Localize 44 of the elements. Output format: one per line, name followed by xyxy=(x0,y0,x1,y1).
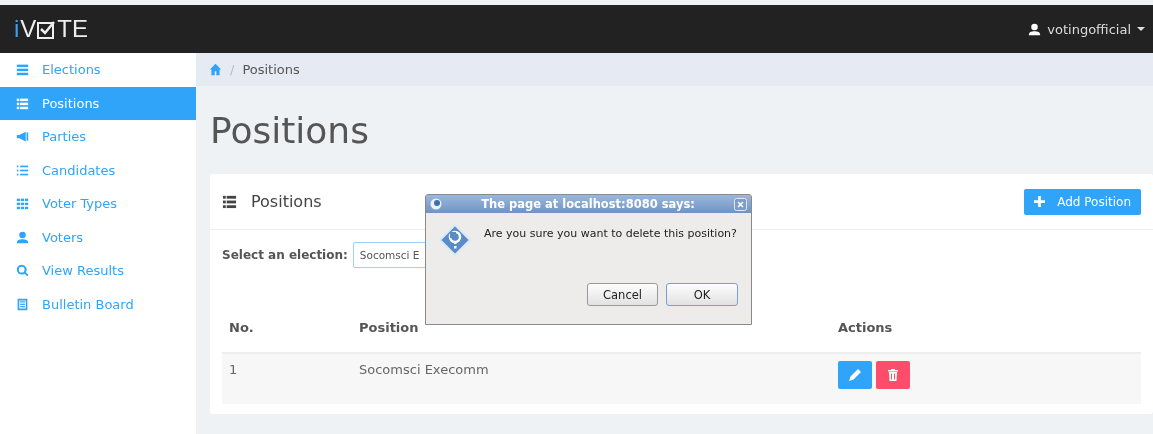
megaphone-icon xyxy=(16,130,29,144)
cancel-button[interactable]: Cancel xyxy=(587,283,658,306)
sidebar-item[interactable]: Elections xyxy=(0,53,196,87)
dialog-title: The page at localhost:8080 says: xyxy=(480,197,696,211)
card-title: Positions xyxy=(251,192,322,211)
ok-button[interactable]: OK xyxy=(666,283,738,306)
logo-text: TE xyxy=(57,15,89,43)
sidebar-item[interactable]: View Results xyxy=(0,254,196,288)
dialog-message: Are you sure you want to delete this position? xyxy=(484,226,737,242)
breadcrumb-separator: / xyxy=(230,62,235,77)
list-icon xyxy=(16,163,29,177)
field-label: Select an election: xyxy=(222,248,348,262)
breadcrumb-item: Positions xyxy=(242,62,300,77)
table-icon xyxy=(222,194,237,209)
sidebar-item[interactable]: Voter Types xyxy=(0,187,196,221)
logo-text: V xyxy=(20,15,37,43)
add-position-button[interactable]: Add Position xyxy=(1024,188,1141,215)
delete-button[interactable] xyxy=(876,361,910,389)
user-icon xyxy=(16,230,29,244)
search-icon xyxy=(16,264,29,278)
page-title: Positions xyxy=(209,109,370,153)
table-icon xyxy=(16,96,29,110)
column-header: Actions xyxy=(831,302,1141,353)
close-icon[interactable] xyxy=(734,197,747,211)
grid-icon xyxy=(16,197,29,211)
plus-icon xyxy=(1034,196,1046,207)
sidebar-item[interactable]: Bulletin Board xyxy=(0,287,196,321)
trash-icon xyxy=(887,369,899,381)
checkbox-icon xyxy=(37,19,57,39)
column-header: No. xyxy=(222,302,352,353)
pencil-icon xyxy=(849,369,861,381)
board-icon xyxy=(16,297,29,311)
sidebar-item[interactable]: Parties xyxy=(0,120,196,154)
caret-icon[interactable] xyxy=(1137,27,1145,31)
user-icon xyxy=(1028,22,1042,36)
edit-button[interactable] xyxy=(838,361,872,389)
logo-text: i xyxy=(14,15,20,43)
sidebar-item[interactable]: Candidates xyxy=(0,153,196,187)
table-cell: 1 xyxy=(222,353,352,404)
sidebar-item[interactable]: Voters xyxy=(0,220,196,254)
table-cell: Socomsci Execomm xyxy=(352,353,831,404)
home-icon[interactable] xyxy=(209,63,222,76)
sidebar-item[interactable]: Positions xyxy=(0,86,196,120)
user-menu[interactable]: votingofficial xyxy=(1047,21,1131,37)
